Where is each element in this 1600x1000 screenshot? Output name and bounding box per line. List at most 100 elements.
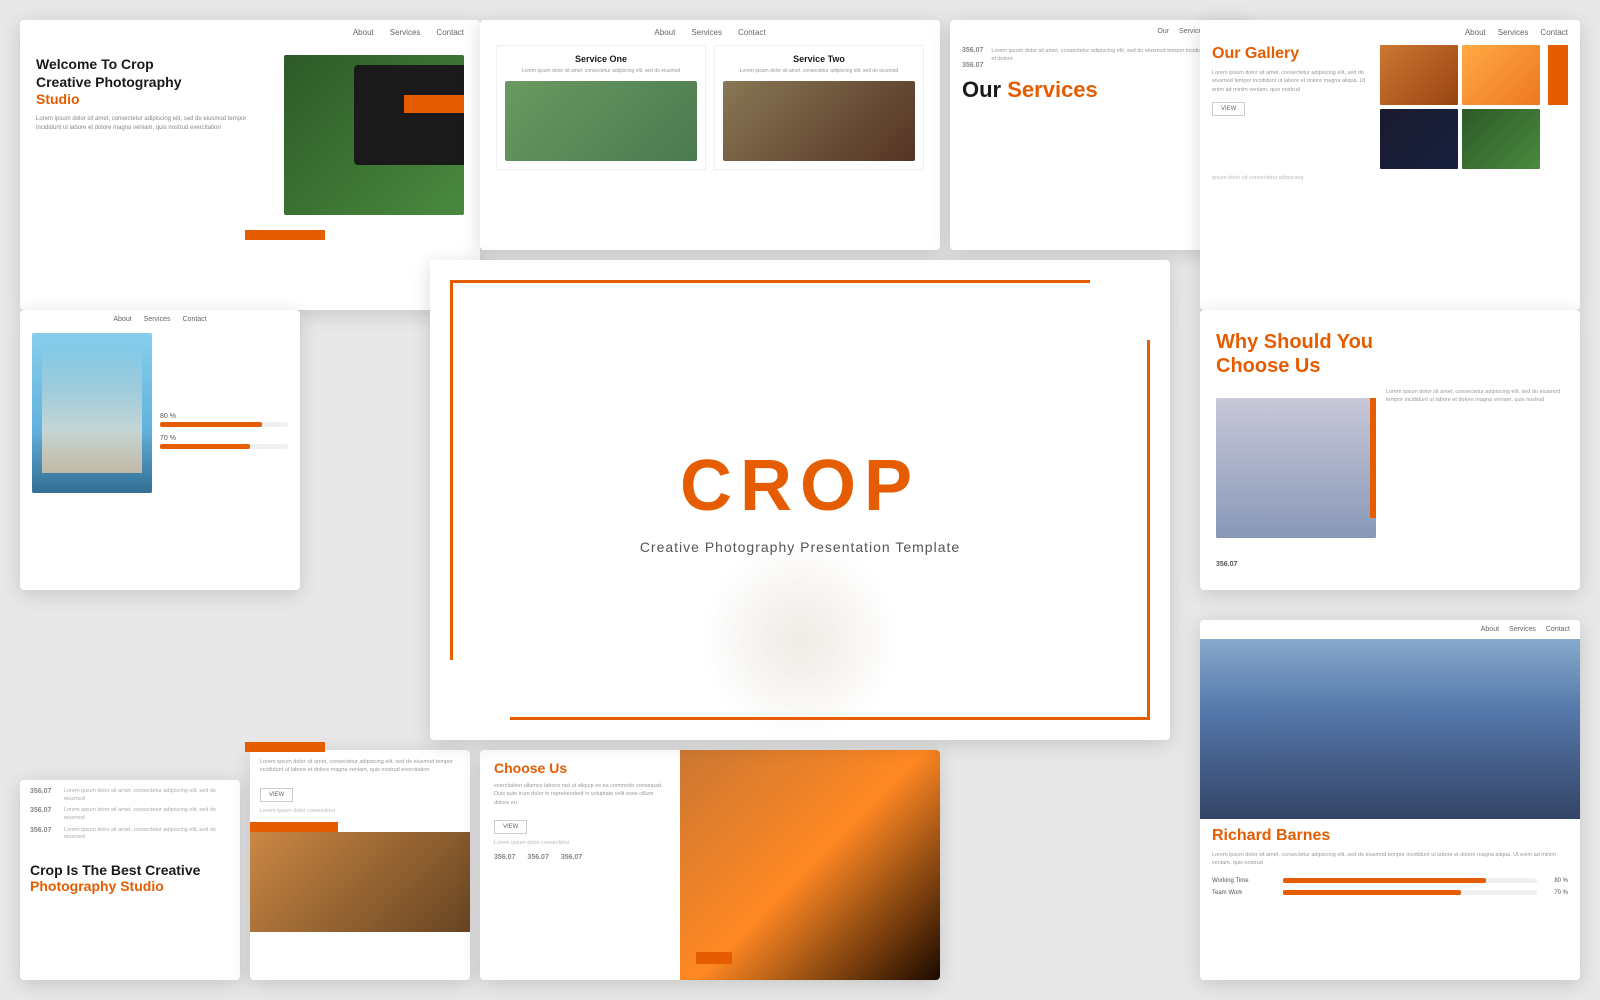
choose-view-btn[interactable]: VIEW [494,820,527,834]
hero-slide: CROP Creative Photography Presentation T… [430,260,1170,740]
richard-person-image [1200,639,1580,819]
bcc-text-col: Choose Us exercitation ullamco laboris n… [480,750,680,980]
bar2-fill [160,444,250,449]
bottom-choose-slide: Choose Us exercitation ullamco laboris n… [480,750,940,980]
service-one-title: Service One [505,54,697,64]
nav-services[interactable]: Services [390,28,421,37]
richard-bar2-label: Team Work [1212,890,1277,896]
richard-bar1-bg [1283,878,1537,883]
services-nav: About Services Contact [480,20,940,45]
gallery-content: Our Gallery Lorem ipsum dolor sit amet, … [1200,45,1580,169]
richard-bar2-fill [1283,890,1461,895]
gallery-title-gallery: Gallery [1245,45,1299,62]
welcome-text-area: Welcome To Crop Creative Photography Stu… [36,55,272,215]
stnav-services[interactable]: Services [144,316,171,323]
welcome-nav: About Services Contact [20,20,480,45]
bcc-layout: Choose Us exercitation ullamco laboris n… [480,750,940,980]
services-top-slide: About Services Contact Service One Lorem… [480,20,940,250]
bar1-bg [160,422,288,427]
bar1-label: 80 % [160,413,176,420]
os-title-services: Services [1007,77,1098,102]
stats-slide: About Services Contact 80 % 70 % [20,310,300,590]
snav-about[interactable]: About [654,28,675,37]
bottom-left-title: Crop Is The Best Creative Photography St… [20,862,240,894]
richard-last-name: Barnes [1276,827,1330,844]
gnav-about[interactable]: About [1465,28,1486,37]
welcome-image [284,55,464,215]
snav-contact[interactable]: Contact [738,28,766,37]
choose-lower: 356.07 Lorem ipsum dolor sit amet, conse… [1216,388,1564,538]
gnav-contact[interactable]: Contact [1540,28,1568,37]
hero-hand-graphic [700,540,900,740]
bcl-camera-image [250,832,470,932]
osnav-about[interactable]: Our [1157,28,1169,35]
os-nums: 356.07 356.07 Lorem ipsum dolor sit amet… [962,47,1238,69]
gallery-slide: About Services Contact Our Gallery Lorem… [1200,20,1580,310]
welcome-title-line2: Creative Photography [36,73,272,91]
bar2-bg [160,444,288,449]
os-num-col: 356.07 356.07 [962,47,983,69]
stnav-contact[interactable]: Contact [183,316,207,323]
os-num1: 356.07 [962,47,983,54]
gallery-img-4 [1462,109,1540,169]
rnav-services[interactable]: Services [1509,626,1536,633]
orange-accent-bar [404,95,464,113]
gnav-services[interactable]: Services [1498,28,1529,37]
bcl-orange-bar [250,822,338,832]
choose-us-text: Choose Us [1216,355,1320,377]
choose-orange-bar [1370,398,1376,518]
bcl-view-btn[interactable]: VIEW [260,788,293,802]
snav-services[interactable]: Services [691,28,722,37]
rnav-contact[interactable]: Contact [1546,626,1570,633]
service-card-two: Service Two Lorem ipsum dolor sit amet, … [714,45,924,170]
gallery-title: Our Gallery [1212,45,1372,63]
choose-lorem: Lorem ipsum dolor consectetur [494,840,666,846]
richard-bar1-label: Working Time [1212,878,1277,884]
nav-about[interactable]: About [353,28,374,37]
welcome-body: Lorem ipsum dolor sit amet, consectetur … [36,115,272,133]
gallery-view-btn[interactable]: VIEW [1212,102,1245,116]
num-text-1: Lorem ipsum dolor sit amet, consectetur … [64,788,230,803]
bcl-lorem: Lorem ipsum dolor consectetur [260,808,460,814]
deco-orange-bottom [245,742,325,752]
gallery-body-text: Lorem ipsum dolor sit amet, consectetur … [1212,69,1372,94]
choose-num2: 356.07 [527,854,548,861]
choose-num1: 356.07 [494,854,515,861]
choose-number: 356.07 [1216,561,1237,568]
richard-skill-bars: Working Time 80 % Team Work 70 % [1212,878,1568,896]
gallery-images-grid [1380,45,1540,169]
bcc-orange-corner [696,952,732,964]
stats-bars-area: 80 % 70 % [160,333,288,493]
richard-bar2-bg [1283,890,1537,895]
rnav-about[interactable]: About [1481,626,1499,633]
os-title-our: Our [962,77,1001,102]
gallery-text-area: Our Gallery Lorem ipsum dolor sit amet, … [1212,45,1372,169]
bcl-body: Lorem ipsum dolor sit amet, consectetur … [260,758,460,775]
bottom-center-left-slide: Lorem ipsum dolor sit amet, consectetur … [250,750,470,980]
num-row-2: 356.07 Lorem ipsum dolor sit amet, conse… [30,807,230,822]
choose-content: Why Should You Choose Us 356.07 Lorem ip… [1200,310,1580,558]
nav-contact[interactable]: Contact [436,28,464,37]
service-one-image [505,81,697,161]
richard-bg [1200,639,1580,819]
hero-subtitle: Creative Photography Presentation Templa… [640,539,960,555]
num-val-3: 356.07 [30,827,60,842]
photography-title-line1: Crop Is The Best Creative [30,862,230,878]
service-one-text: Lorem ipsum dolor sit amet, consectetur … [505,68,697,75]
bottom-left-nums: 356.07 Lorem ipsum dolor sit amet, conse… [20,780,240,854]
richard-bio: Lorem ipsum dolor sit amet, consectetur … [1212,851,1568,868]
choose-why-text: Why Should You [1216,331,1373,353]
richard-nav: About Services Contact [1200,620,1580,639]
deco-orange-top [245,230,325,240]
bottom-left-slide: 356.07 Lorem ipsum dolor sit amet, conse… [20,780,240,980]
richard-slide: About Services Contact Richard Barnes Lo… [1200,620,1580,980]
service-two-title: Service Two [723,54,915,64]
stnav-about[interactable]: About [113,316,131,323]
richard-first-name: Richard [1212,827,1272,844]
service-two-text: Lorem ipsum dolor sit amet, consectetur … [723,68,915,75]
gallery-img-1 [1380,45,1458,105]
photography-title-line2: Photography Studio [30,878,230,894]
gallery-img-2 [1462,45,1540,105]
choose-person-image: 356.07 [1216,398,1376,538]
gallery-orange-accent [1548,45,1568,105]
